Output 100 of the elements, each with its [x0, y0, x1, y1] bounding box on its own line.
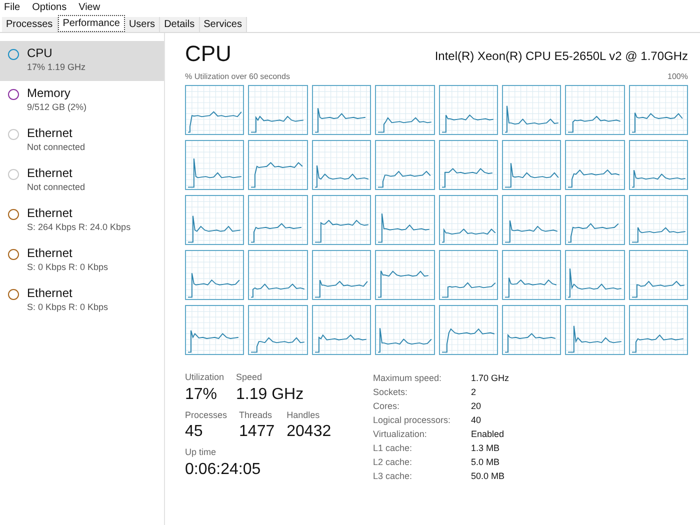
cpu-core-graph: [185, 140, 244, 190]
tab[interactable]: Users: [124, 17, 160, 32]
cpu-core-graph: [248, 305, 308, 355]
cpu-core-graph: [438, 250, 498, 300]
graph-max-label: 100%: [668, 71, 688, 83]
cpu-core-graph: [565, 195, 625, 245]
cpu-core-graph: [375, 140, 434, 190]
spec-value: 5.0 MB: [471, 456, 501, 469]
item-subtitle: Not connected: [27, 181, 86, 194]
item-subtitle: S: 264 Kbps R: 24.0 Kbps: [27, 221, 131, 234]
spec-value: 1.70 GHz: [471, 372, 510, 385]
cpu-core-graph: [438, 195, 498, 245]
spec-label: Virtualization:: [373, 428, 428, 441]
cpu-core-graph: [628, 305, 688, 355]
sidebar-item[interactable]: Ethernet Not connected: [0, 161, 164, 201]
sidebar-item[interactable]: Ethernet Not connected: [0, 121, 164, 161]
spec-value: 50.0 MB: [471, 470, 506, 483]
tab[interactable]: Performance: [58, 15, 125, 32]
graph-caption: % Utilization over 60 seconds: [185, 71, 290, 83]
stat-label: Threads: [239, 408, 274, 422]
cpu-core-graph: [502, 250, 562, 300]
cpu-core-graph: [375, 250, 434, 300]
cpu-core-graph: [375, 305, 434, 355]
cpu-core-graph: [565, 85, 625, 135]
stat-value: 45: [185, 422, 204, 442]
cpu-core-graph: [438, 85, 498, 135]
cpu-core-graph: [312, 305, 372, 355]
sidebar-item[interactable]: Memory 9/512 GB (2%): [0, 81, 164, 121]
cpu-core-graph: [375, 85, 434, 135]
spec-label: L3 cache:: [373, 470, 414, 483]
tab[interactable]: Processes: [2, 17, 58, 32]
item-title: Ethernet: [27, 285, 74, 301]
cpu-core-graph: [312, 140, 372, 190]
cpu-core-graph: [502, 85, 562, 135]
spec-value: 2: [471, 386, 478, 399]
cpu-core-graph: [312, 85, 372, 135]
spec-label: Sockets:: [373, 386, 409, 399]
item-subtitle: 17% 1.19 GHz: [27, 61, 86, 74]
item-title: Ethernet: [27, 165, 74, 181]
cpu-core-graph: [248, 140, 308, 190]
item-subtitle: 9/512 GB (2%): [27, 101, 87, 114]
cpu-core-graph: [628, 250, 688, 300]
processor-name: Intel(R) Xeon(R) CPU E5-2650L v2 @ 1.70GHz: [434, 48, 688, 65]
spec-label: L1 cache:: [373, 442, 414, 455]
cpu-core-graph: [565, 140, 625, 190]
item-title: Ethernet: [27, 205, 74, 221]
spec-label: Logical processors:: [373, 414, 452, 427]
stat-label: Processes: [185, 408, 228, 422]
menu-item[interactable]: File: [4, 0, 20, 15]
cpu-core-graph: [628, 140, 688, 190]
cpu-core-graph: [628, 85, 688, 135]
spec-value: 20: [471, 400, 482, 413]
stat-label: Up time: [185, 446, 218, 459]
tab[interactable]: Services: [200, 17, 247, 32]
sidebar-item[interactable]: Ethernet S: 0 Kbps R: 0 Kbps: [0, 281, 164, 321]
sidebar-item[interactable]: Ethernet S: 0 Kbps R: 0 Kbps: [0, 241, 164, 281]
item-subtitle: Not connected: [27, 141, 86, 154]
spec-label: Cores:: [373, 400, 401, 413]
stat-value: 17%: [185, 384, 218, 404]
stat-value: 1477: [239, 422, 275, 442]
cpu-core-graph: [438, 140, 498, 190]
spec-label: L2 cache:: [373, 456, 414, 469]
spec-label: Maximum speed:: [373, 372, 443, 385]
cpu-core-graph: [502, 140, 562, 190]
stat-value: 20432: [286, 422, 332, 442]
cpu-core-graph: [248, 250, 308, 300]
cpu-core-graph: [185, 250, 244, 300]
page-title: CPU: [185, 41, 232, 67]
cpu-core-graph: [375, 195, 434, 245]
spec-value: Enabled: [471, 428, 506, 441]
stat-label: Handles: [286, 408, 321, 422]
spec-value: 40: [471, 414, 482, 427]
menu-item[interactable]: Options: [32, 0, 67, 15]
cpu-core-graph: [185, 195, 244, 245]
item-title: Ethernet: [27, 125, 74, 141]
stat-label: Speed: [236, 371, 264, 384]
item-title: Ethernet: [27, 245, 74, 261]
cpu-core-graph: [565, 250, 625, 300]
stat-label: Utilization: [185, 371, 224, 384]
cpu-core-graph: [248, 195, 308, 245]
sidebar-item[interactable]: Ethernet S: 264 Kbps R: 24.0 Kbps: [0, 201, 164, 241]
stat-value: 0:06:24:05: [185, 460, 261, 480]
item-subtitle: S: 0 Kbps R: 0 Kbps: [27, 261, 108, 274]
item-title: Memory: [27, 85, 72, 101]
spec-value: 1.3 MB: [471, 442, 501, 455]
cpu-core-graph: [438, 305, 498, 355]
item-subtitle: S: 0 Kbps R: 0 Kbps: [27, 301, 108, 314]
cpu-core-graph: [628, 195, 688, 245]
item-title: CPU: [27, 45, 54, 61]
menu-item[interactable]: View: [78, 0, 100, 15]
tab[interactable]: Details: [160, 17, 200, 32]
sidebar-item[interactable]: CPU 17% 1.19 GHz: [0, 41, 164, 81]
cpu-core-graph: [502, 195, 562, 245]
stat-value: 1.19 GHz: [236, 384, 304, 404]
cpu-core-graph: [502, 305, 562, 355]
cpu-core-graph: [185, 305, 244, 355]
cpu-core-graph: [248, 85, 308, 135]
cpu-core-graph: [185, 85, 244, 135]
cpu-core-graph: [565, 305, 625, 355]
cpu-core-graph: [312, 195, 372, 245]
